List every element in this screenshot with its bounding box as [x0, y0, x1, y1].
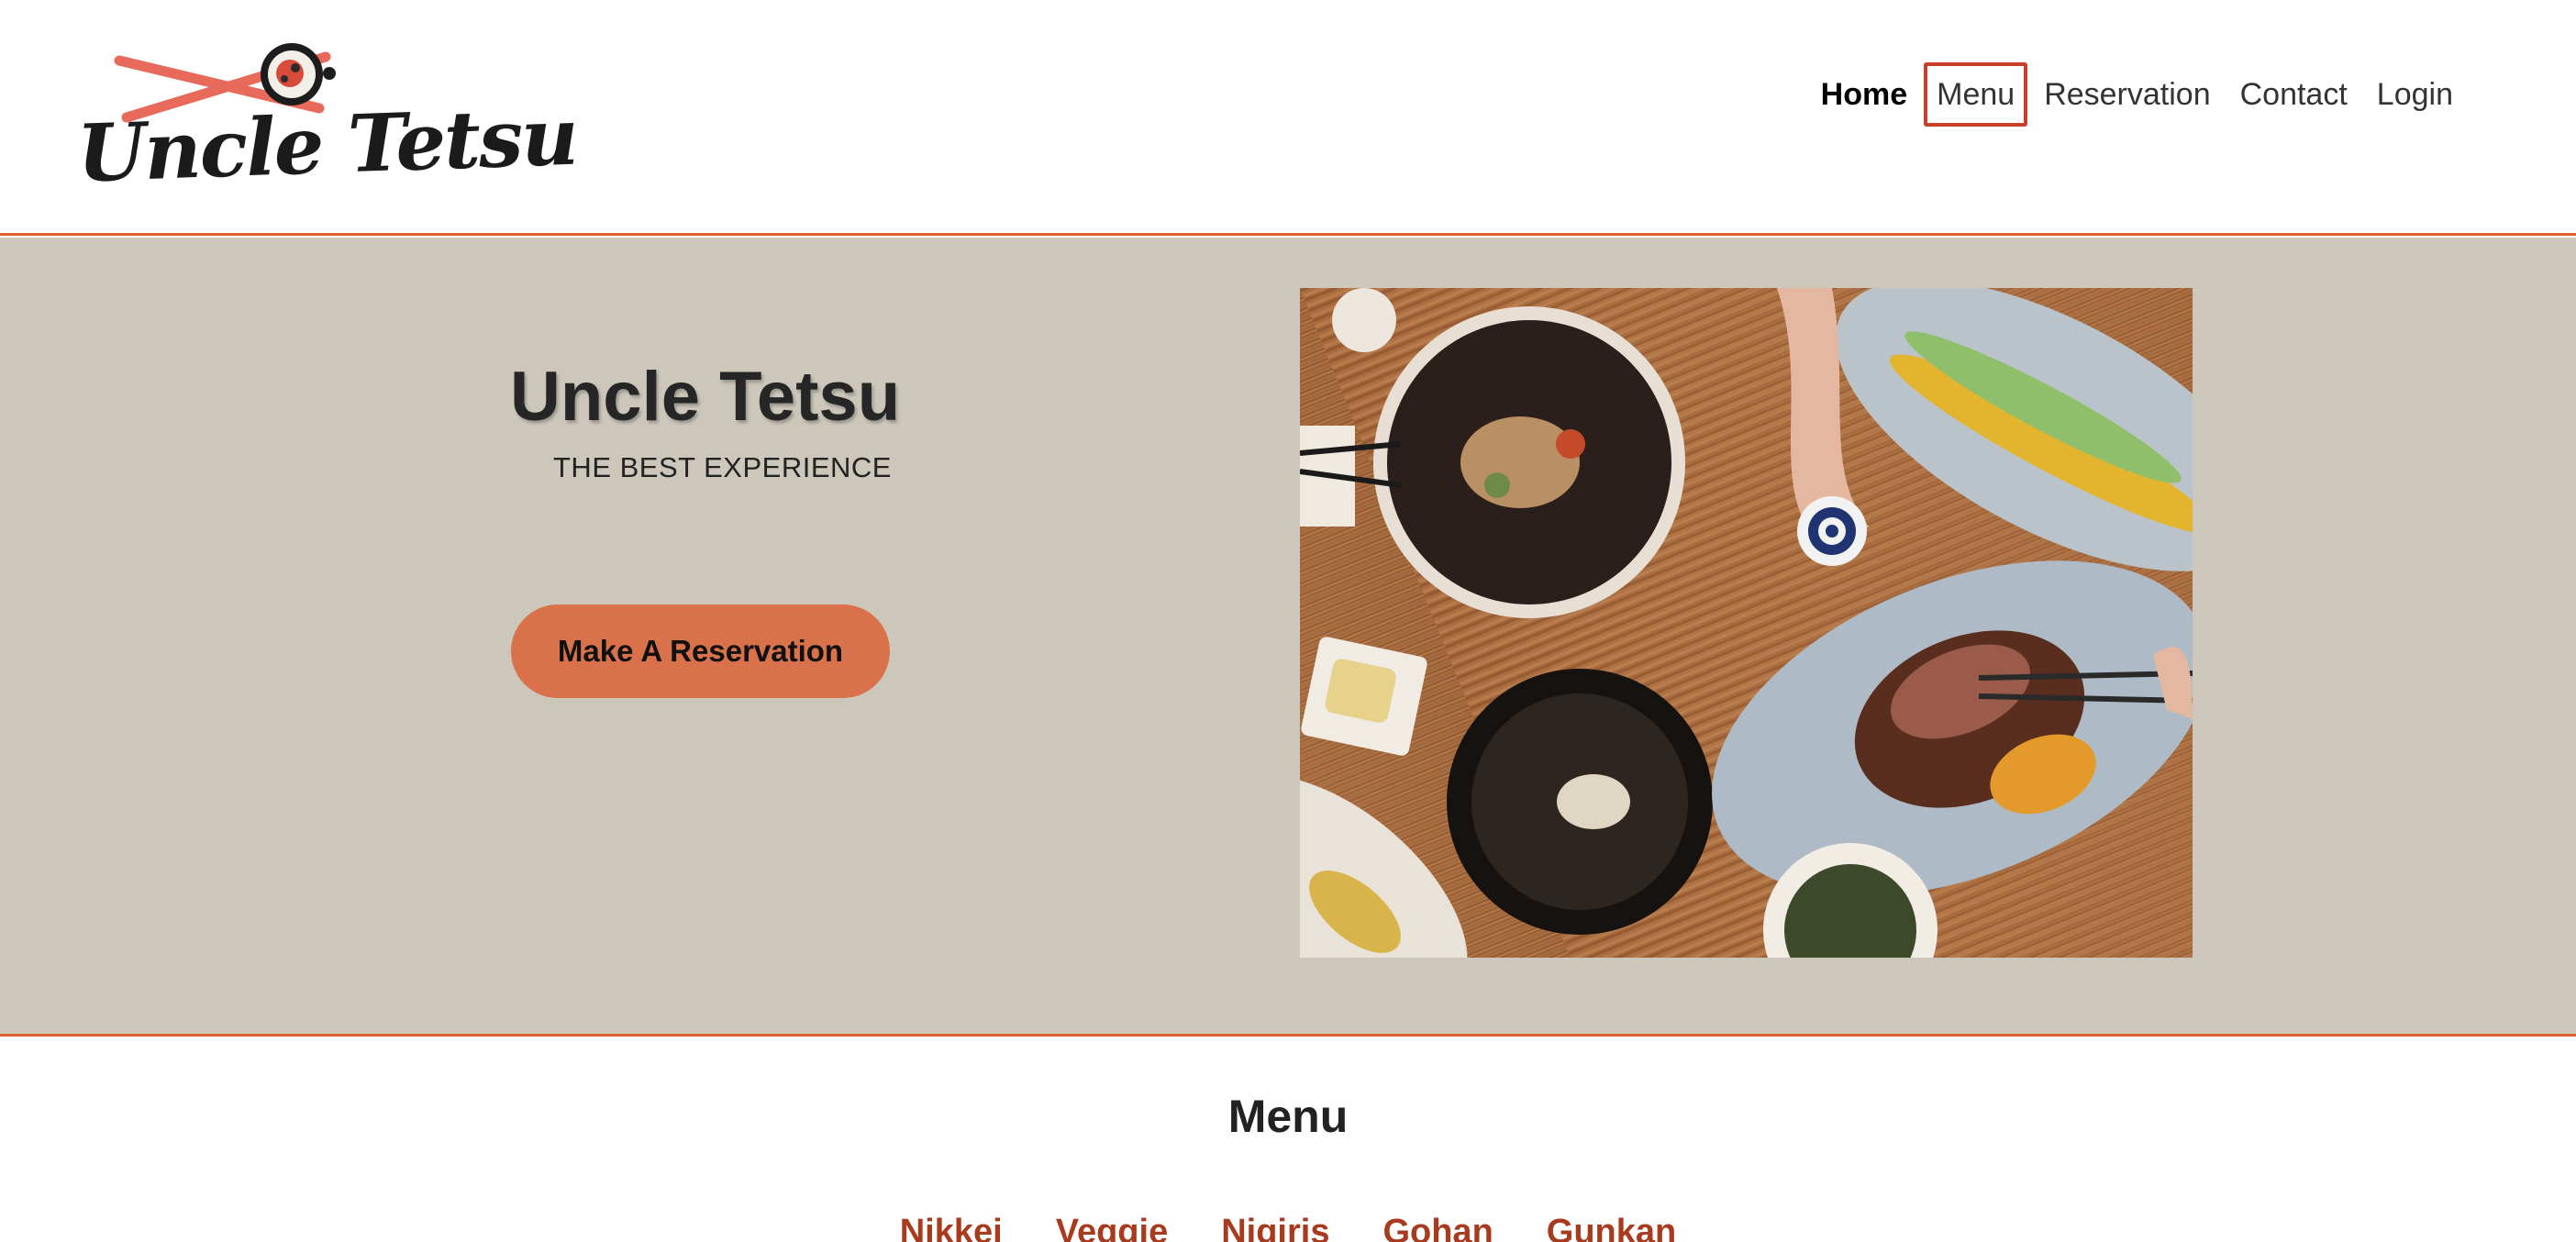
- hero-subtitle: THE BEST EXPERIENCE: [553, 451, 892, 483]
- nav-menu[interactable]: Menu: [1924, 62, 2028, 127]
- nav-login[interactable]: Login: [2364, 62, 2466, 127]
- nav-reservation[interactable]: Reservation: [2031, 62, 2223, 127]
- site-header: Uncle Tetsu Home Menu Reservation Contac…: [0, 0, 2576, 236]
- nav-contact[interactable]: Contact: [2227, 62, 2360, 127]
- hero-section: Uncle Tetsu THE BEST EXPERIENCE Make A R…: [0, 238, 2576, 1037]
- menu-tab-gohan[interactable]: Gohan: [1382, 1213, 1493, 1242]
- nav-home[interactable]: Home: [1808, 62, 1920, 127]
- menu-tab-nigiris[interactable]: Nigiris: [1221, 1213, 1329, 1242]
- hero-food-photo: [1300, 288, 2193, 958]
- menu-section-title: Menu: [1227, 1091, 1349, 1142]
- menu-tab-nikkei[interactable]: Nikkei: [900, 1213, 1003, 1242]
- hero-title: Uncle Tetsu: [510, 358, 901, 436]
- make-reservation-button[interactable]: Make A Reservation: [511, 604, 890, 698]
- uncle-tetsu-logo[interactable]: Uncle Tetsu: [73, 33, 578, 200]
- logo-wordmark: Uncle Tetsu: [75, 90, 579, 201]
- menu-tab-veggie[interactable]: Veggie: [1056, 1213, 1169, 1242]
- food-photo-illustration: [1300, 288, 2193, 958]
- menu-category-tabs: Nikkei Veggie Nigiris Gohan Gunkan: [0, 1213, 2576, 1242]
- menu-tab-gunkan[interactable]: Gunkan: [1547, 1213, 1676, 1242]
- main-nav: Home Menu Reservation Contact Login: [1808, 62, 2466, 127]
